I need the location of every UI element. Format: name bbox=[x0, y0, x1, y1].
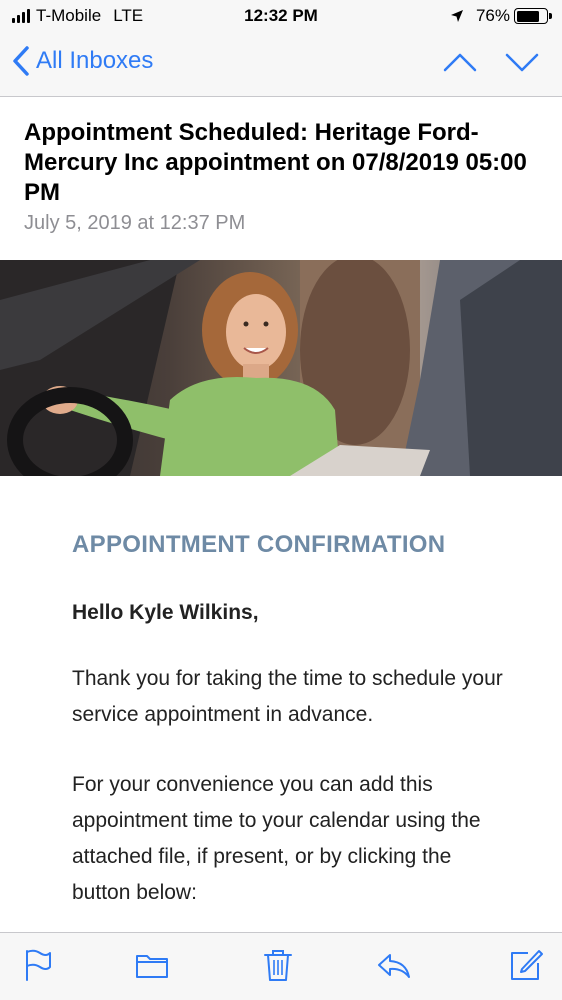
status-right: 76% bbox=[450, 6, 552, 26]
greeting-text: Hello Kyle Wilkins, bbox=[72, 601, 259, 624]
hero-image bbox=[0, 260, 562, 476]
status-bar: T-Mobile LTE 12:32 PM 76% bbox=[0, 0, 562, 32]
message-subject: Appointment Scheduled: Heritage Ford-Mer… bbox=[24, 119, 527, 206]
back-button[interactable]: All Inboxes bbox=[12, 46, 153, 76]
flag-icon[interactable] bbox=[20, 947, 56, 983]
back-label: All Inboxes bbox=[36, 47, 154, 74]
previous-message-button[interactable] bbox=[442, 48, 478, 76]
bottom-toolbar bbox=[0, 932, 562, 1000]
paragraph-convenience: For your convenience you can add this ap… bbox=[72, 773, 481, 904]
email-body: APPOINTMENT CONFIRMATION Hello Kyle Wilk… bbox=[72, 476, 512, 911]
next-message-button[interactable] bbox=[504, 48, 540, 76]
battery-fill bbox=[516, 10, 539, 22]
message-date: July 5, 2019 at 12:37 PM bbox=[24, 212, 246, 234]
message-header: Appointment Scheduled: Heritage Ford-Mer… bbox=[0, 98, 562, 258]
paragraph-thanks: Thank you for taking the time to schedul… bbox=[72, 667, 503, 726]
confirmation-title: APPOINTMENT CONFIRMATION bbox=[72, 531, 446, 558]
nav-bar: All Inboxes bbox=[0, 32, 562, 97]
woman-driving-illustration bbox=[0, 260, 562, 476]
folder-icon[interactable] bbox=[134, 947, 170, 983]
trash-icon[interactable] bbox=[260, 947, 296, 983]
chevron-left-icon bbox=[13, 46, 29, 76]
battery-icon bbox=[514, 8, 552, 24]
battery-percent: 76% bbox=[475, 6, 510, 25]
reply-icon[interactable] bbox=[376, 947, 412, 983]
compose-icon[interactable] bbox=[508, 947, 544, 983]
location-arrow-icon bbox=[450, 10, 463, 22]
